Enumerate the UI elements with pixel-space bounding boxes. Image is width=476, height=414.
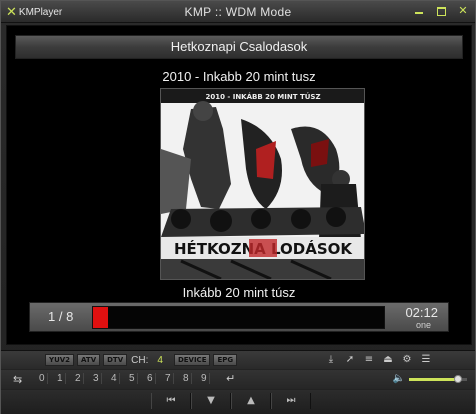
up-icon[interactable]: ▲ — [231, 393, 271, 409]
playlist-position: 1 / 8 — [48, 309, 74, 324]
album-header: Hetkoznapi Csalodasok — [15, 35, 463, 59]
dtv-button[interactable]: DTV — [103, 354, 128, 366]
repeat-mode: one — [415, 320, 431, 330]
down-icon[interactable]: ▼ — [191, 393, 231, 409]
title-bar[interactable]: ✕ KMPlayer KMP :: WDM Mode ✕ — [1, 1, 475, 23]
yuv2-button[interactable]: YUV2 — [45, 354, 75, 366]
device-button[interactable]: DEVICE — [173, 354, 211, 366]
digit-0-button[interactable]: 0 — [39, 373, 48, 384]
volume-knob[interactable] — [454, 375, 463, 383]
album-title: Hetkoznapi Csalodasok — [170, 39, 308, 54]
eject-icon[interactable]: ⏏ — [383, 354, 393, 366]
digit-1-button[interactable]: 1 — [57, 373, 66, 384]
minimize-button[interactable] — [413, 5, 425, 16]
epg-button[interactable]: EPG — [213, 354, 238, 366]
track-title: 2010 - Inkabb 20 mint tusz — [162, 69, 316, 84]
navigation-bar: ⏮ ▼ ▲ ⏭ — [1, 390, 475, 414]
digit-5-button[interactable]: 5 — [129, 373, 138, 384]
volume-slider[interactable] — [409, 375, 467, 383]
enter-icon[interactable]: ↵ — [226, 372, 235, 385]
list-icon[interactable]: ≡ — [364, 354, 374, 366]
channel-label: CH: — [131, 354, 149, 366]
tv-toolbar: YUV2 ATV DTV CH: 4 DEVICE EPG ⤓ ➚ ≡ ⏏ ⚙ … — [1, 350, 475, 369]
digit-6-button[interactable]: 6 — [147, 373, 156, 384]
volume-fill — [409, 378, 459, 381]
swap-icon[interactable]: ⇆ — [13, 373, 22, 386]
digit-8-button[interactable]: 8 — [183, 373, 192, 384]
elapsed-time: 02:12 — [405, 305, 438, 320]
album-cover: 2010 - INKÁBB 20 MINT TÚSZ HÉTKOZNA LODÁ… — [160, 88, 365, 280]
download-icon[interactable]: ⤓ — [326, 354, 336, 366]
progress-panel: 1 / 8 02:12 one — [29, 302, 449, 332]
window-title: KMP :: WDM Mode — [184, 5, 292, 19]
digit-9-button[interactable]: 9 — [201, 373, 210, 384]
video-area[interactable]: Hetkoznapi Csalodasok 2010 - Inkabb 20 m… — [6, 25, 472, 345]
track-caption: Inkább 20 mint túsz — [182, 285, 296, 300]
seek-bar-fill — [93, 307, 108, 328]
skip-forward-icon[interactable]: ⏭ — [271, 393, 311, 409]
maximize-button[interactable] — [435, 5, 447, 16]
digit-2-button[interactable]: 2 — [75, 373, 84, 384]
skip-back-icon[interactable]: ⏮ — [151, 393, 191, 409]
gear-icon[interactable]: ⚙ — [402, 354, 412, 366]
channel-keypad: ⇆ 0 1 2 3 4 5 6 7 8 9 ↵ 🔈 — [1, 370, 475, 389]
digit-7-button[interactable]: 7 — [165, 373, 174, 384]
cover-top-text: 2010 - INKÁBB 20 MINT TÚSZ — [205, 92, 320, 101]
close-button[interactable]: ✕ — [457, 5, 469, 16]
seek-bar[interactable] — [92, 306, 385, 329]
speaker-icon[interactable]: 🔈 — [393, 373, 405, 384]
atv-button[interactable]: ATV — [77, 354, 101, 366]
cursor-icon[interactable]: ➚ — [345, 354, 355, 366]
digit-3-button[interactable]: 3 — [93, 373, 102, 384]
menu-icon[interactable]: ☰ — [421, 354, 431, 366]
digit-4-button[interactable]: 4 — [111, 373, 120, 384]
player-window: ✕ KMPlayer KMP :: WDM Mode ✕ Hetkoznapi … — [0, 0, 476, 414]
channel-value: 4 — [157, 354, 163, 366]
